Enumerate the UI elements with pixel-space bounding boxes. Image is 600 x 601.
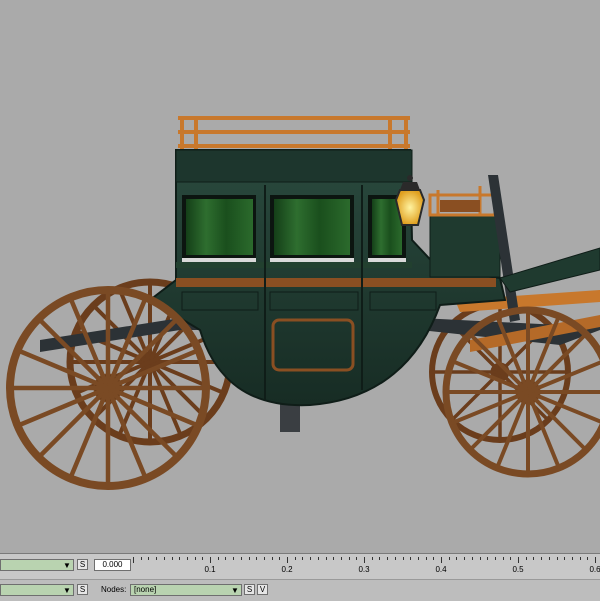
v-button[interactable]: V [257,584,268,595]
ruler-tick [140,557,142,560]
ruler-tick [163,557,165,560]
ruler-tick [556,557,558,560]
ruler-tick [479,557,481,560]
animation-select[interactable]: ▼ [0,559,74,571]
ruler-tick [348,557,350,560]
windows [182,195,406,262]
ruler-tick [579,557,581,560]
ruler-tick [317,557,319,560]
ruler-tick [271,557,273,560]
s-button-2[interactable]: S [77,584,88,595]
ruler-tick [564,557,566,560]
ruler-tick [410,557,412,560]
ruler-label: 0.1 [204,565,216,574]
ruler-label: 0.4 [435,565,447,574]
ruler-tick [541,557,543,560]
ruler-tick [371,557,373,560]
ruler-tick [263,557,265,560]
ruler-tick [217,557,219,560]
ruler-tick [248,557,250,560]
ruler-tick [525,557,527,560]
time-ruler[interactable]: 0.1 0.2 0.3 0.4 0.5 0.6 [133,557,600,575]
nodes-label: Nodes: [101,585,127,594]
ruler-tick [233,557,235,560]
timeline-row: ▼ S 0.000 0.1 0.2 0.3 0.4 0.5 0.6 [0,555,600,575]
nodes-value: [none] [134,585,157,594]
ruler-tick [595,557,596,563]
3d-viewport[interactable] [0,0,600,553]
ruler-tick [533,557,535,560]
ruler-tick [587,557,589,560]
ruler-tick [510,557,512,560]
ruler-tick [502,557,504,560]
roof-rail [178,116,410,152]
ruler-tick [279,557,281,560]
ruler-tick [417,557,419,560]
chevron-down-icon[interactable]: ▼ [62,560,72,570]
ruler-label: 0.6 [589,565,600,574]
ruler-tick [202,557,204,560]
ruler-label: 0.5 [512,565,524,574]
ruler-tick [571,557,573,560]
ruler-tick [287,557,288,563]
s-button-3[interactable]: S [244,584,255,595]
ruler-tick [487,557,489,560]
ruler-tick [325,557,327,560]
ruler-tick [364,557,365,563]
ruler-tick [340,557,342,560]
ruler-tick [171,557,173,560]
ruler-tick [518,557,519,563]
ruler-tick [333,557,335,560]
ruler-tick [456,557,458,560]
chevron-down-icon[interactable]: ▼ [62,585,72,595]
ruler-tick [210,557,211,563]
timeline-panel: ▼ S 0.000 0.1 0.2 0.3 0.4 0.5 0.6 ▼ S Nodes: … [0,553,600,601]
ruler-tick [494,557,496,560]
ruler-label: 0.2 [281,565,293,574]
ruler-tick [387,557,389,560]
chevron-down-icon[interactable]: ▼ [230,585,240,595]
ruler-tick [394,557,396,560]
ruler-tick [179,557,181,560]
ruler-tick [156,557,158,560]
s-button[interactable]: S [77,559,88,570]
ruler-tick [379,557,381,560]
ruler-tick [402,557,404,560]
ruler-tick [302,557,304,560]
time-field[interactable]: 0.000 [94,559,131,571]
ruler-tick [356,557,358,560]
ruler-label: 0.3 [358,565,370,574]
ruler-tick [448,557,450,560]
ruler-tick [464,557,466,560]
ruler-tick [133,557,134,563]
stagecoach-model [6,116,600,490]
ruler-tick [194,557,196,560]
ruler-tick [425,557,427,560]
nodes-row: ▼ S Nodes: [none] ▼ S V [0,579,600,601]
ruler-tick [433,557,435,560]
ruler-tick [471,557,473,560]
ruler-tick [225,557,227,560]
ruler-tick [310,557,312,560]
ruler-tick [256,557,258,560]
ruler-tick [148,557,150,560]
ruler-tick [186,557,188,560]
ruler-tick [294,557,296,560]
track-select[interactable]: ▼ [0,584,74,596]
ruler-tick [441,557,442,563]
ruler-tick [240,557,242,560]
rear-wheel-near [6,286,210,490]
nodes-select[interactable]: [none] ▼ [130,584,242,596]
ruler-tick [548,557,550,560]
